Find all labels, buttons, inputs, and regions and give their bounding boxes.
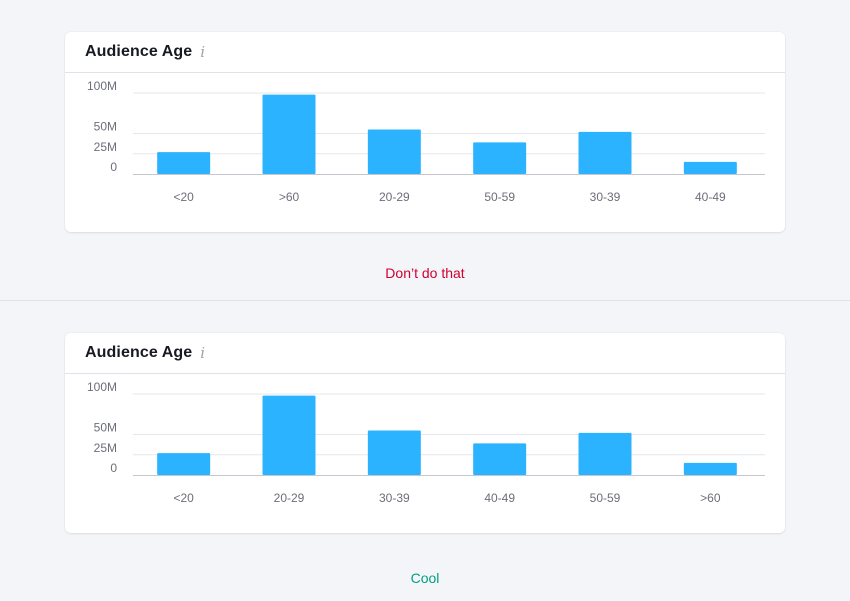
y-tick-label: 0 bbox=[110, 160, 117, 174]
info-icon[interactable]: i bbox=[200, 44, 205, 60]
bar bbox=[262, 94, 316, 174]
info-icon[interactable]: i bbox=[200, 345, 205, 361]
x-tick-label: 20-29 bbox=[274, 491, 305, 505]
y-tick-label: 100M bbox=[87, 380, 117, 394]
good-example-section: Audience Age i 0 25M 50M 100M <20 20-29 30-39 4… bbox=[0, 301, 850, 601]
bad-example-section: Audience Age i 0 25M 50M 100M <20 >60 20-29 50-… bbox=[0, 0, 850, 300]
bar bbox=[473, 443, 527, 475]
x-tick-label: 50-59 bbox=[590, 491, 621, 505]
bar bbox=[262, 395, 316, 475]
audience-age-card-good: Audience Age i 0 25M 50M 100M <20 20-29 30-39 4… bbox=[65, 333, 785, 533]
bar-chart-bad: 0 25M 50M 100M <20 >60 20-29 50-59 30-39 40-49 bbox=[87, 79, 765, 204]
y-tick-label: 50M bbox=[94, 421, 117, 435]
bar bbox=[683, 161, 737, 174]
bar bbox=[578, 432, 632, 475]
audience-age-card-bad: Audience Age i 0 25M 50M 100M <20 >60 20-29 50-… bbox=[65, 32, 785, 232]
bar bbox=[157, 453, 211, 475]
y-tick-label: 50M bbox=[94, 120, 117, 134]
x-tick-label: >60 bbox=[279, 190, 300, 204]
x-tick-label: 40-49 bbox=[484, 491, 515, 505]
bar-chart-good: 0 25M 50M 100M <20 20-29 30-39 40-49 50-59 >60 bbox=[87, 380, 765, 505]
x-tick-label: 20-29 bbox=[379, 190, 410, 204]
y-tick-label: 100M bbox=[87, 79, 117, 93]
card-title: Audience Age bbox=[85, 344, 193, 361]
card-header: Audience Age i bbox=[65, 333, 785, 374]
y-tick-label: 25M bbox=[94, 140, 117, 154]
x-tick-label: <20 bbox=[173, 190, 194, 204]
x-tick-label: 30-39 bbox=[379, 491, 410, 505]
card-header: Audience Age i bbox=[65, 32, 785, 73]
x-tick-label: 40-49 bbox=[695, 190, 726, 204]
bad-caption: Don’t do that bbox=[385, 265, 465, 281]
bar bbox=[367, 430, 421, 475]
x-tick-label: >60 bbox=[700, 491, 721, 505]
x-tick-label: 50-59 bbox=[484, 190, 515, 204]
y-tick-label: 25M bbox=[94, 441, 117, 455]
card-title: Audience Age bbox=[85, 43, 193, 60]
bar bbox=[473, 142, 527, 174]
bar bbox=[578, 131, 632, 174]
x-tick-label: <20 bbox=[173, 491, 194, 505]
good-caption: Cool bbox=[410, 570, 440, 586]
bar bbox=[367, 129, 421, 174]
x-tick-label: 30-39 bbox=[590, 190, 621, 204]
y-tick-label: 0 bbox=[110, 461, 117, 475]
bar bbox=[157, 152, 211, 174]
bar bbox=[683, 462, 737, 475]
